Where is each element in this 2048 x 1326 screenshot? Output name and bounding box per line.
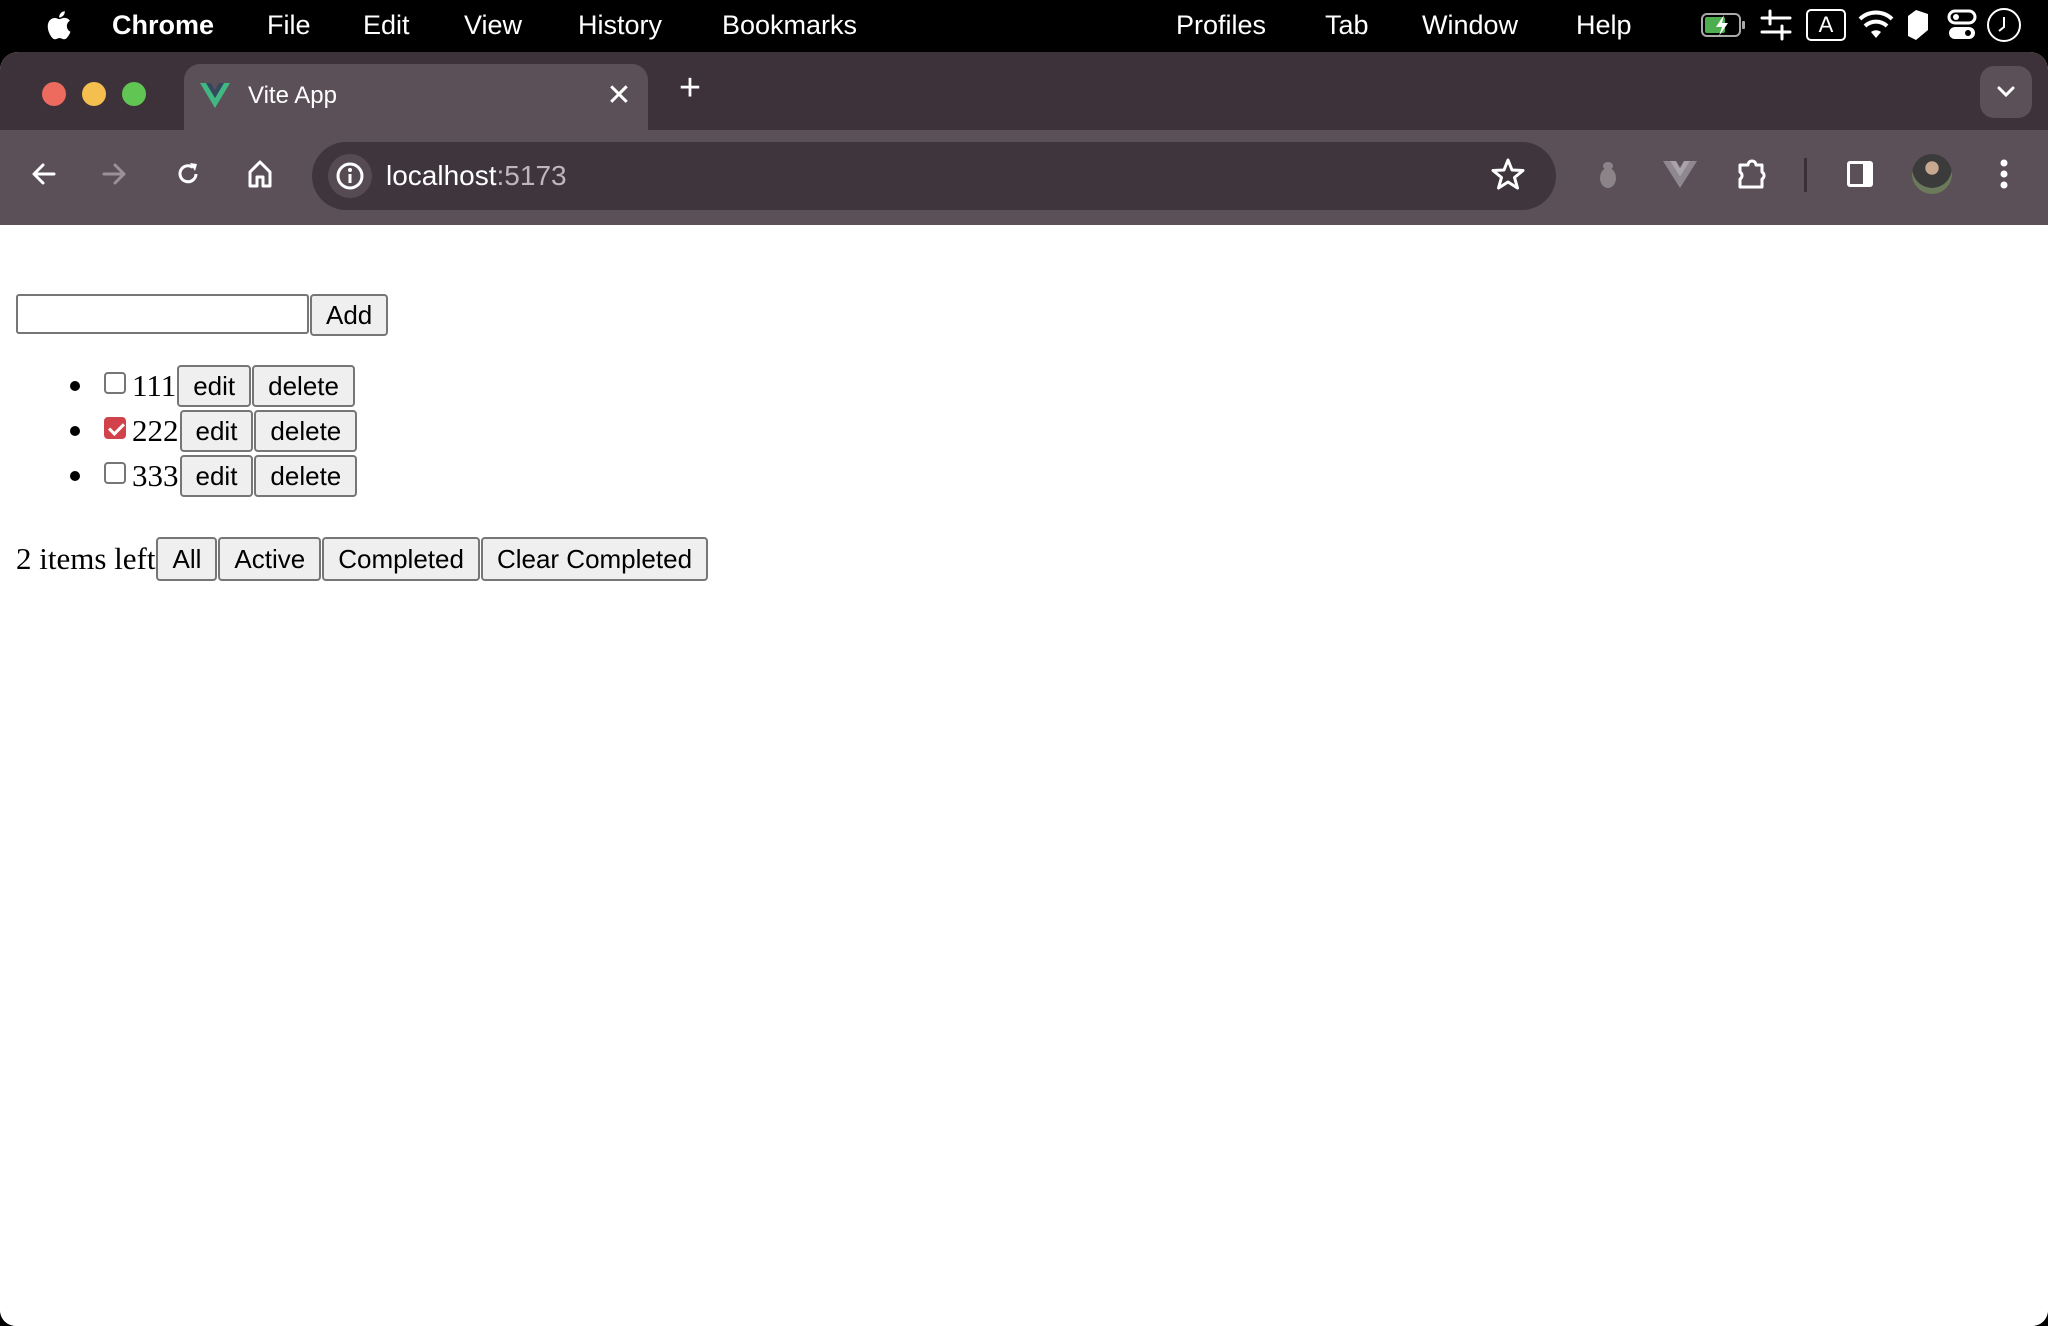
side-panel-button[interactable] (1838, 152, 1882, 196)
edit-button[interactable]: edit (179, 409, 254, 452)
add-button[interactable]: Add (310, 294, 389, 336)
close-tab-icon[interactable]: ✕ (604, 78, 634, 113)
delete-button[interactable]: delete (254, 454, 358, 497)
todo-item: 333 edit delete (0, 453, 358, 498)
forward-button[interactable] (92, 152, 136, 196)
menu-file[interactable]: File (267, 8, 311, 42)
macos-menu-bar: Chrome File Edit View History Bookmarks … (0, 0, 2048, 50)
todo-text: 111 (132, 368, 177, 403)
menu-view[interactable]: View (464, 8, 522, 42)
menu-bookmarks[interactable]: Bookmarks (722, 8, 857, 42)
info-icon (336, 162, 364, 190)
todo-text: 222 (132, 413, 179, 448)
url-text[interactable]: localhost:5173 (386, 160, 567, 192)
vue-favicon-icon (200, 83, 230, 108)
kebab-menu-icon (2000, 159, 2008, 189)
bookmark-app-icon[interactable] (1904, 8, 1932, 42)
reload-button[interactable] (166, 152, 210, 196)
chevron-down-icon (1997, 86, 2015, 98)
browser-window: Vite App ✕ + localhost:5173 Add 111 edit… (0, 52, 2048, 1326)
items-left-count: 2 items left (16, 541, 156, 576)
clock-icon[interactable] (1986, 7, 2022, 43)
arrow-right-icon (102, 163, 126, 185)
menu-app-name[interactable]: Chrome (112, 8, 214, 42)
delete-button[interactable]: delete (254, 409, 358, 452)
extension-bug-button[interactable] (1586, 152, 1630, 196)
new-todo-input[interactable] (16, 294, 309, 334)
bug-extension-icon (1600, 162, 1616, 188)
wifi-icon[interactable] (1858, 10, 1894, 40)
minimize-window-button[interactable] (82, 82, 106, 106)
menu-profiles[interactable]: Profiles (1176, 8, 1266, 42)
back-button[interactable] (22, 152, 66, 196)
menu-edit[interactable]: Edit (363, 8, 410, 42)
edit-button[interactable]: edit (177, 364, 252, 407)
todo-footer: 2 items left All Active Completed Clear … (16, 537, 709, 581)
home-icon (248, 160, 272, 188)
new-tab-button[interactable]: + (672, 68, 708, 108)
site-info-button[interactable] (328, 154, 372, 198)
todo-item: 222 edit delete (0, 408, 358, 453)
filter-active-button[interactable]: Active (218, 537, 322, 581)
list-bullet (70, 381, 80, 391)
menu-history[interactable]: History (578, 8, 662, 42)
list-bullet (70, 426, 80, 436)
page-content: Add 111 edit delete 222 edit delete 333 (0, 225, 2048, 1326)
delete-button[interactable]: delete (252, 364, 355, 407)
filter-completed-button[interactable]: Completed (322, 537, 480, 581)
arrow-left-icon (32, 163, 56, 185)
url-port: :5173 (496, 160, 567, 191)
vue-devtools-button[interactable] (1658, 152, 1702, 196)
menu-tab[interactable]: Tab (1325, 8, 1369, 42)
todo-checkbox[interactable] (104, 416, 126, 439)
todo-text: 333 (132, 458, 179, 493)
address-bar[interactable]: localhost:5173 (312, 142, 1556, 210)
edit-button[interactable]: edit (179, 454, 254, 497)
browser-toolbar: localhost:5173 (0, 130, 2048, 225)
bookmark-star-icon[interactable] (1490, 156, 1526, 192)
todo-item: 111 edit delete (0, 363, 357, 408)
input-source-icon[interactable]: A (1806, 9, 1846, 41)
zoom-window-button[interactable] (122, 82, 146, 106)
extensions-button[interactable] (1730, 152, 1774, 196)
tab-search-button[interactable] (1980, 66, 2032, 118)
sliders-icon[interactable] (1758, 8, 1794, 42)
todo-checkbox[interactable] (104, 371, 126, 394)
apple-logo-icon[interactable] (44, 8, 72, 42)
list-bullet (70, 471, 80, 481)
puzzle-icon (1738, 159, 1766, 189)
chrome-menu-button[interactable] (1982, 152, 2026, 196)
side-panel-icon (1847, 161, 1873, 187)
url-host: localhost (386, 160, 497, 191)
vue-devtools-icon (1663, 161, 1697, 188)
tab-title: Vite App (248, 82, 337, 109)
close-window-button[interactable] (42, 82, 66, 106)
menu-window[interactable]: Window (1422, 8, 1518, 42)
todo-list: 111 edit delete 222 edit delete 333 edit… (0, 363, 358, 498)
tab-vite-app[interactable]: Vite App ✕ (184, 64, 648, 130)
toolbar-separator (1804, 158, 1807, 192)
battery-charging-icon[interactable] (1700, 11, 1748, 39)
profile-avatar[interactable] (1912, 154, 1952, 194)
home-button[interactable] (238, 152, 282, 196)
reload-icon (178, 163, 198, 184)
menu-help[interactable]: Help (1576, 8, 1632, 42)
control-center-icon[interactable] (1946, 8, 1978, 42)
clear-completed-button[interactable]: Clear Completed (480, 537, 709, 581)
tab-strip: Vite App ✕ + (0, 52, 2048, 130)
status-tray: A (1700, 8, 2022, 42)
filter-all-button[interactable]: All (156, 537, 218, 581)
todo-checkbox[interactable] (104, 461, 126, 484)
add-todo-form: Add (16, 294, 389, 336)
